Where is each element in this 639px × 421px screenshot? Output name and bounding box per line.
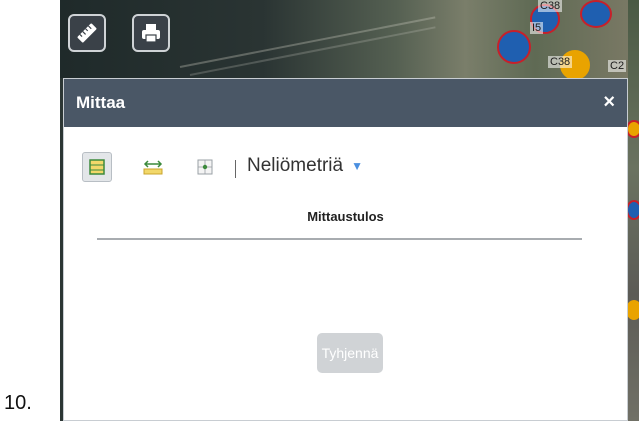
location-mode-button[interactable] xyxy=(190,152,220,182)
map-marker[interactable] xyxy=(497,30,531,64)
map-label: C2 xyxy=(608,60,627,72)
distance-mode-button[interactable] xyxy=(138,152,168,182)
unit-dropdown[interactable]: Neliömetriä ▼ xyxy=(247,155,363,177)
map-label: C38 xyxy=(548,56,573,68)
map-label: C38 xyxy=(538,0,563,12)
measure-panel: Mittaa × Neliömetriä ▼ Mittaustulos Tyhj… xyxy=(63,78,628,421)
result-divider xyxy=(97,238,582,240)
map-road xyxy=(179,16,436,68)
panel-header: Mittaa × xyxy=(64,79,627,127)
screenshot: C38 I5 C38 C2 Mittaa × Neliömetriä ▼ Mit… xyxy=(60,0,639,421)
map-marker[interactable] xyxy=(580,0,612,28)
map-road xyxy=(189,26,436,76)
close-icon[interactable]: × xyxy=(603,91,615,114)
distance-measure-icon xyxy=(143,160,163,175)
measure-tool-button[interactable] xyxy=(68,14,106,52)
print-button[interactable] xyxy=(132,14,170,52)
panel-title: Mittaa xyxy=(76,93,126,112)
clear-button[interactable]: Tyhjennä xyxy=(317,333,383,373)
toolbar-separator xyxy=(235,160,236,178)
list-number: 10. xyxy=(4,392,32,414)
map-edge[interactable] xyxy=(626,0,639,421)
unit-selected-label: Neliömetriä xyxy=(247,155,344,176)
printer-icon xyxy=(142,24,160,43)
chevron-down-icon: ▼ xyxy=(351,159,363,173)
area-measure-icon xyxy=(89,159,105,175)
result-heading: Mittaustulos xyxy=(307,209,384,224)
ruler-icon xyxy=(77,23,97,43)
map-label: I5 xyxy=(530,22,544,34)
area-mode-button[interactable] xyxy=(82,152,112,182)
location-measure-icon xyxy=(197,159,213,175)
